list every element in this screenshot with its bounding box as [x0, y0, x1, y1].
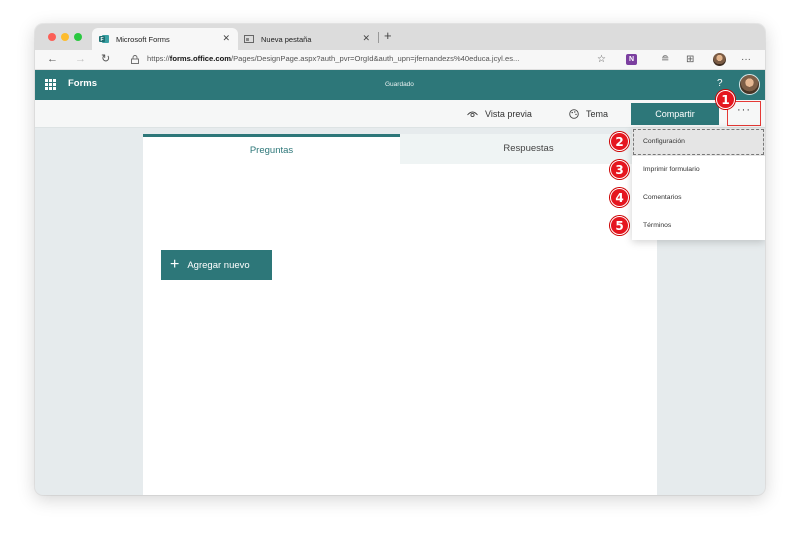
- eye-icon: [467, 111, 478, 118]
- share-button[interactable]: Compartir: [631, 103, 719, 125]
- svg-text:F: F: [100, 37, 103, 43]
- url-field[interactable]: https://forms.office.com/Pages/DesignPag…: [147, 54, 587, 63]
- menu-item-settings[interactable]: Configuración: [632, 128, 765, 156]
- url-domain: forms.office.com: [169, 54, 231, 63]
- lock-icon[interactable]: [131, 55, 139, 64]
- close-tab-icon[interactable]: ✕: [222, 33, 230, 44]
- command-bar: Vista previa Tema Compartir ···: [35, 100, 765, 128]
- callout-3: 3: [610, 160, 629, 179]
- menu-item-terms[interactable]: Términos: [632, 212, 765, 240]
- browser-tab-new[interactable]: Nueva pestaña ✕: [238, 28, 378, 50]
- app-launcher-icon[interactable]: [45, 79, 56, 90]
- more-options-menu: Configuración Imprimir formulario Coment…: [632, 128, 765, 240]
- form-tabs: Preguntas Respuestas: [143, 134, 657, 164]
- favorites-list-icon[interactable]: ≘: [661, 53, 669, 66]
- address-bar: ← → ↻ https://forms.office.com/Pages/Des…: [35, 50, 765, 70]
- save-status: Guardado: [385, 81, 414, 88]
- callout-5: 5: [610, 216, 629, 235]
- help-icon[interactable]: ?: [717, 78, 723, 89]
- add-new-button[interactable]: + Agregar nuevo: [161, 250, 272, 280]
- tab-questions[interactable]: Preguntas: [143, 134, 400, 164]
- collections-icon[interactable]: ⊞: [686, 53, 694, 66]
- plus-icon: +: [170, 256, 180, 273]
- form-canvas: Preguntas Respuestas + Agregar nuevo: [143, 134, 657, 495]
- browser-tab-forms[interactable]: F Microsoft Forms ✕: [92, 28, 238, 50]
- app-name[interactable]: Forms: [68, 78, 97, 89]
- browser-menu-icon[interactable]: ···: [741, 53, 751, 66]
- reload-icon[interactable]: ↻: [101, 52, 110, 66]
- browser-window: F Microsoft Forms ✕ Nueva pestaña ✕ + ← …: [35, 24, 765, 495]
- preview-button[interactable]: Vista previa: [467, 109, 532, 119]
- tab-strip: F Microsoft Forms ✕ Nueva pestaña ✕ +: [35, 24, 765, 50]
- theme-button[interactable]: Tema: [569, 109, 608, 119]
- browser-tab-label: Microsoft Forms: [116, 34, 170, 44]
- maximize-window-button[interactable]: [74, 33, 82, 41]
- menu-item-comments[interactable]: Comentarios: [632, 184, 765, 212]
- close-window-button[interactable]: [48, 33, 56, 41]
- callout-4: 4: [610, 188, 629, 207]
- favorite-star-icon[interactable]: ☆: [597, 53, 606, 66]
- url-prefix: https://: [147, 54, 170, 63]
- tab-separator: [378, 32, 379, 43]
- callout-2: 2: [610, 132, 629, 151]
- newtab-page-icon: [244, 35, 254, 43]
- callout-1: 1: [716, 90, 735, 109]
- browser-tab-label: Nueva pestaña: [261, 34, 312, 44]
- add-new-label: Agregar nuevo: [187, 259, 250, 271]
- theme-label: Tema: [586, 109, 609, 119]
- url-path: /Pages/DesignPage.aspx?auth_pvr=OrgId&au…: [230, 54, 520, 63]
- avatar[interactable]: [739, 74, 760, 95]
- preview-label: Vista previa: [485, 109, 532, 119]
- minimize-window-button[interactable]: [61, 33, 69, 41]
- palette-icon: [569, 109, 579, 119]
- onenote-extension-icon[interactable]: N: [626, 54, 637, 65]
- app-header: Forms Guardado ?: [35, 70, 765, 100]
- back-arrow-icon[interactable]: ←: [47, 52, 58, 66]
- close-tab-icon[interactable]: ✕: [362, 33, 370, 44]
- browser-profile-avatar[interactable]: [713, 53, 726, 66]
- forward-arrow-icon[interactable]: →: [75, 52, 86, 66]
- forms-icon: F: [99, 35, 109, 43]
- new-tab-icon[interactable]: +: [384, 29, 392, 43]
- menu-item-print-form[interactable]: Imprimir formulario: [632, 156, 765, 184]
